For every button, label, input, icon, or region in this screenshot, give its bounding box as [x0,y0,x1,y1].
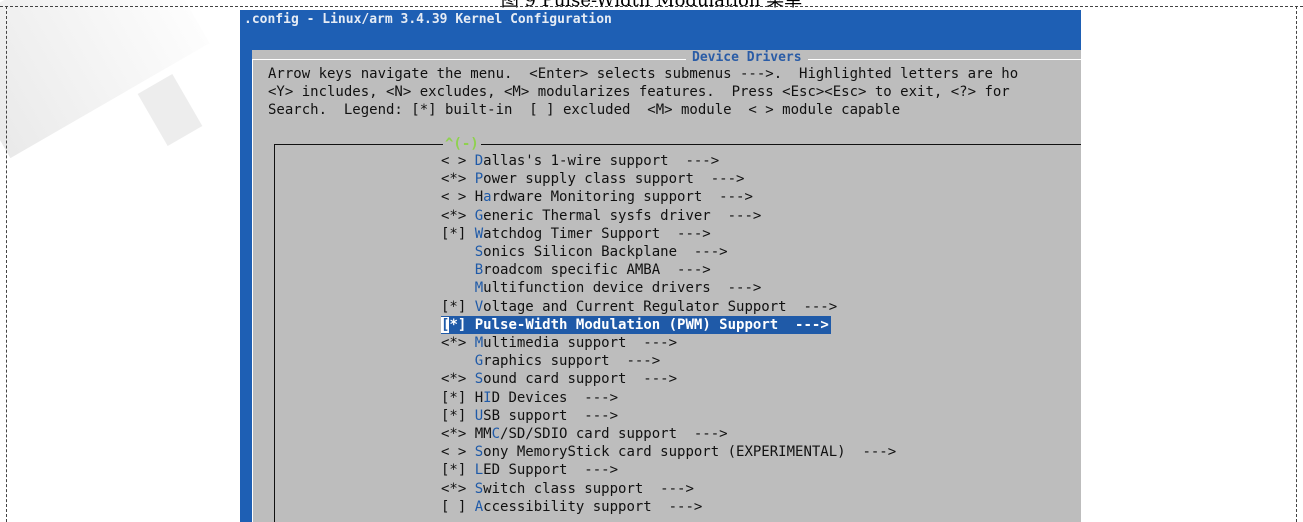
menu-item-state: [*] [441,298,475,315]
window-title: .config - Linux/arm 3.4.39 Kernel Config… [244,12,612,27]
menu-item-label: oltage and Current Regulator Support ---… [483,298,838,315]
menu-item-label: ultifunction device drivers ---> [483,280,762,297]
menu-item-hotkey: P [474,171,484,188]
menu-item-label: H [474,389,484,406]
menu-item-hotkey: S [474,480,484,497]
scroll-up-indicator: ^(-) [443,136,481,152]
menu-item-label: ound card support ---> [483,371,678,388]
menu-item[interactable]: <*> MMC/SD/SDIO card support ---> [441,425,728,443]
menu-item-label: ower supply class support ---> [483,171,745,188]
menu-item-hotkey: S [474,371,484,388]
menu-item-label: /SD/SDIO card support ---> [500,426,728,442]
menu-item-state [441,262,475,278]
menu-item-hotkey: G [474,207,484,224]
menu-item-hotkey: V [474,298,484,315]
help-text-line: Search. Legend: [*] built-in [ ] exclude… [268,102,901,118]
menu-item[interactable]: [*] HID Devices ---> [441,389,618,407]
menu-item-hotkey: a [483,189,492,206]
menu-item-hotkey: W [474,225,484,242]
page-border [0,6,1303,7]
menu-item-label: ccessibility support ---> [483,498,703,515]
menu-item-hotkey: G [474,353,484,370]
menu-item[interactable]: [ ] Accessibility support ---> [441,498,702,516]
menu-item[interactable]: <*> Power supply class support ---> [441,170,744,188]
text-cursor: [ [441,316,450,333]
menu-item-hotkey: M [474,335,484,351]
menu-item[interactable]: < > Sony MemoryStick card support (EXPER… [441,443,896,461]
menu-item[interactable]: [*] Pulse-Width Modulation (PWM) Support… [441,315,831,334]
menu-item-state: [ ] [441,498,475,515]
page-border [1296,6,1297,522]
menu-item[interactable]: [*] Watchdog Timer Support ---> [441,225,711,243]
menuconfig-dialog: Device Drivers Arrow keys navigate the m… [252,50,1081,522]
menu-item[interactable]: [*] USB support ---> [441,407,618,425]
menu-item-label: SB support ---> [483,407,619,424]
menu-item-state: [*] [441,389,475,406]
menu-item-state [441,280,475,296]
menu-item-label: witch class support ---> [483,480,694,497]
menu-item-state: <*> [441,207,475,224]
menu-item-label: allas's 1-wire support ---> [483,153,720,169]
menu-item-hotkey: S [474,444,484,461]
menu-item[interactable]: < > Hardware Monitoring support ---> [441,188,753,206]
menu-item[interactable]: <*> Sound card support ---> [441,370,677,388]
menu-item-state: [*] [441,316,475,333]
menu-item[interactable]: [*] Voltage and Current Regulator Suppor… [441,298,837,316]
watermark-shape [137,74,203,146]
menu-item-label: MM [474,426,492,442]
menu-item-label: H [474,189,484,206]
menu-item-state: <*> [441,426,475,442]
menu-item-hotkey: S [474,244,484,260]
help-text-line: Arrow keys navigate the menu. <Enter> se… [268,66,1019,82]
menu-item-state: [*] [441,407,475,424]
dialog-title: Device Drivers [686,50,808,65]
menu-item[interactable]: Multifunction device drivers ---> [441,279,762,297]
menu-item-state: <*> [441,371,475,388]
menu-item-state: [*] [441,225,475,242]
menu-item-label: ultimedia support ---> [483,335,678,351]
dialog-border [252,59,253,522]
menu-item-label: ulse-Width Modulation (PWM) Support ---> [483,316,829,333]
menu-item-label: ony MemoryStick card support (EXPERIMENT… [483,444,897,461]
page-border [6,6,7,522]
menu-item-label: roadcom specific AMBA ---> [483,262,711,279]
menu-item-hotkey: A [474,498,484,515]
menu-item-state: <*> [441,480,475,497]
menu-item-state [441,353,475,369]
menu-item-hotkey: U [474,407,484,424]
menu-item-hotkey: C [491,426,501,442]
menu-item-hotkey: I [483,389,492,406]
menu-item[interactable]: <*> Multimedia support ---> [441,334,677,352]
menu-item-state: <*> [441,171,475,188]
menu-item[interactable]: < > Dallas's 1-wire support ---> [441,152,719,170]
menu-list: ^(-) < > Dallas's 1-wire support ---> <*>… [274,136,1081,522]
menu-item-hotkey: B [474,262,484,279]
menu-item-hotkey: D [474,153,484,169]
menu-item[interactable]: Broadcom specific AMBA ---> [441,261,711,279]
menu-item-label: atchdog Timer Support ---> [483,225,711,242]
dialog-border [252,59,1081,60]
help-text-line: <Y> includes, <N> excludes, <M> modulari… [268,84,1010,100]
menu-item[interactable]: Graphics support ---> [441,352,660,370]
menu-item-state [441,244,475,260]
menu-item-label: ED Support ---> [483,462,619,479]
menu-item-label: rdware Monitoring support ---> [491,189,753,206]
terminal-window: .config - Linux/arm 3.4.39 Kernel Config… [240,10,1081,522]
menu-item-state: [*] [441,462,475,479]
menu-item-label: onics Silicon Backplane ---> [483,244,728,260]
menu-item[interactable]: <*> Generic Thermal sysfs driver ---> [441,207,761,225]
menu-item-hotkey: P [474,316,484,333]
menu-item-label: D Devices ---> [491,389,619,406]
menu-item-hotkey: L [474,462,484,479]
menu-item[interactable]: <*> Switch class support ---> [441,480,694,498]
menu-item-label: eneric Thermal sysfs driver ---> [483,207,762,224]
menu-item-state: < > [441,153,475,169]
menu-item-state: < > [441,444,475,461]
menu-item[interactable]: [*] LED Support ---> [441,461,618,479]
menu-item[interactable]: Sonics Silicon Backplane ---> [441,243,728,261]
menu-item-hotkey: M [474,280,484,297]
menu-item-state: <*> [441,335,475,351]
menu-item-label: raphics support ---> [483,353,661,370]
menu-item-state: < > [441,189,475,206]
